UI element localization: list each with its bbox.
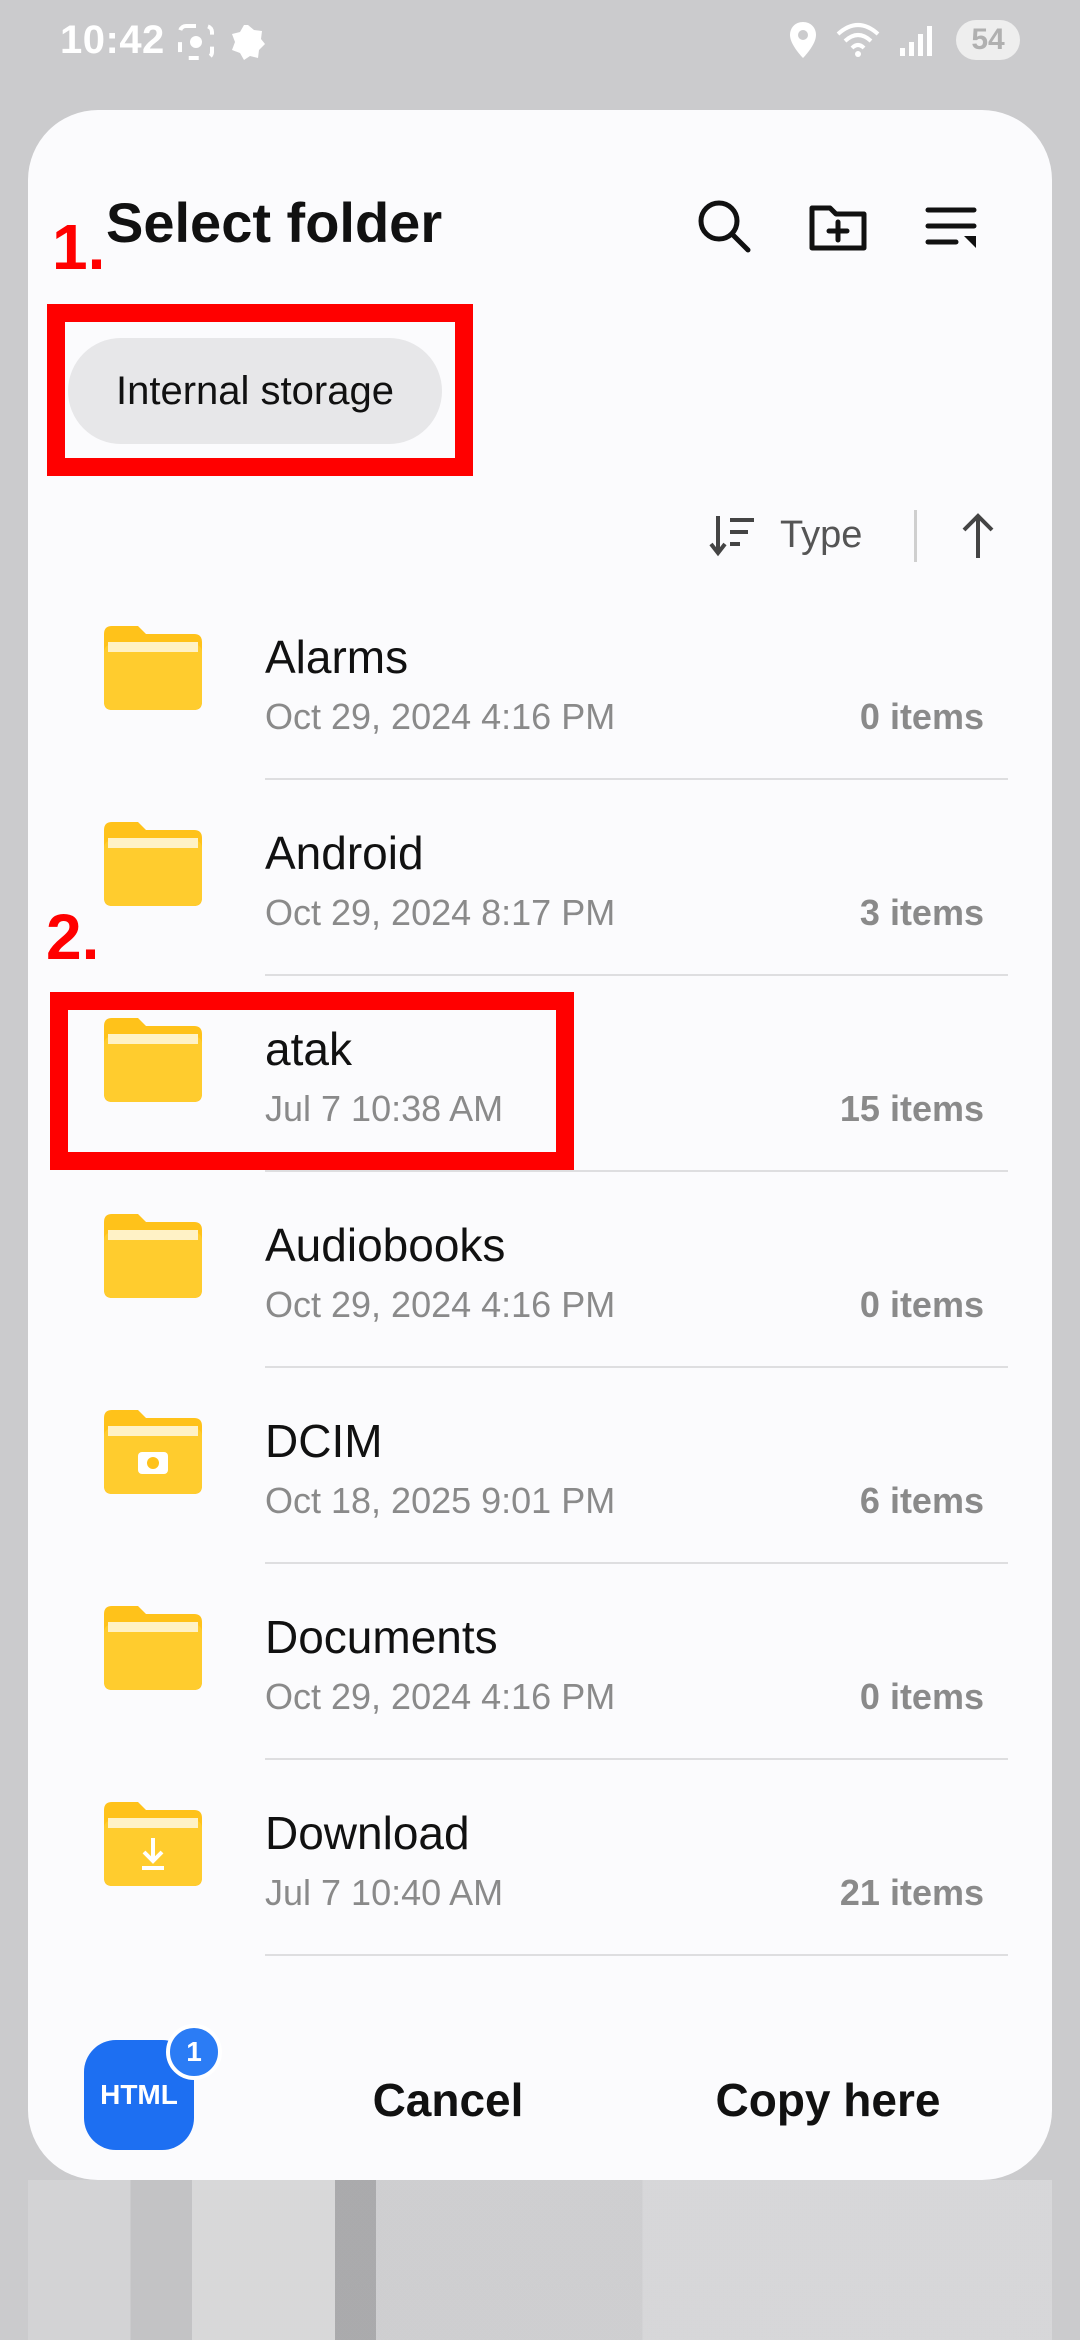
folder-icon bbox=[104, 822, 202, 906]
screenshot-icon bbox=[178, 24, 214, 60]
folder-item-count: 0 items bbox=[859, 1676, 984, 1717]
folder-name: Documents bbox=[265, 1611, 498, 1663]
folder-date: Jul 7 10:40 AM bbox=[265, 1872, 504, 1913]
annotation-label-2: 2. bbox=[46, 901, 100, 973]
folder-row-android[interactable]: Android Oct 29, 2024 8:17 PM 3 items bbox=[28, 780, 1052, 976]
battery-indicator: 54 bbox=[956, 20, 1020, 60]
annotation-box-storage bbox=[47, 304, 473, 476]
dialog-title: Select folder bbox=[106, 191, 443, 254]
sort-divider bbox=[914, 510, 917, 562]
folder-icon bbox=[104, 626, 202, 710]
row-divider bbox=[265, 1954, 1008, 1956]
status-left-icons bbox=[176, 22, 268, 62]
wifi-icon bbox=[836, 23, 880, 57]
folder-date: Oct 29, 2024 8:17 PM bbox=[265, 892, 616, 933]
copy-here-button[interactable]: Copy here bbox=[668, 2060, 988, 2140]
folder-row-download[interactable]: Download Jul 7 10:40 AM 21 items bbox=[28, 1760, 1052, 1956]
download-folder-icon bbox=[104, 1802, 202, 1886]
blurred-background bbox=[28, 2180, 1052, 2340]
folder-row-alarms[interactable]: Alarms Oct 29, 2024 4:16 PM 0 items bbox=[28, 584, 1052, 780]
folder-date: Oct 29, 2024 4:16 PM bbox=[265, 696, 616, 737]
search-icon[interactable] bbox=[692, 194, 756, 258]
location-icon bbox=[790, 22, 816, 58]
notification-badge: 1 bbox=[166, 2024, 222, 2080]
folder-name: Audiobooks bbox=[265, 1219, 506, 1271]
folder-item-count: 3 items bbox=[859, 892, 984, 933]
folder-row-dcim[interactable]: DCIM Oct 18, 2025 9:01 PM 6 items bbox=[28, 1368, 1052, 1564]
annotation-box-atak bbox=[50, 992, 574, 1170]
annotation-label-1: 1. bbox=[52, 211, 106, 283]
folder-list: Alarms Oct 29, 2024 4:16 PM 0 items Andr… bbox=[28, 584, 1052, 1956]
folder-icon bbox=[104, 1214, 202, 1298]
folder-date: Oct 29, 2024 4:16 PM bbox=[265, 1284, 616, 1325]
folder-item-count: 6 items bbox=[859, 1480, 984, 1521]
list-options-icon[interactable] bbox=[920, 194, 984, 258]
status-time: 10:42 bbox=[60, 18, 165, 62]
folder-date: Oct 18, 2025 9:01 PM bbox=[265, 1480, 616, 1521]
sort-type-label[interactable]: Type bbox=[780, 514, 862, 557]
sort-icon[interactable] bbox=[708, 510, 758, 560]
folder-icon bbox=[104, 1606, 202, 1690]
folder-item-count: 0 items bbox=[859, 1284, 984, 1325]
folder-date: Oct 29, 2024 4:16 PM bbox=[265, 1676, 616, 1717]
folder-name: Android bbox=[265, 827, 424, 879]
camera-folder-icon bbox=[104, 1410, 202, 1494]
folder-item-count: 15 items bbox=[839, 1088, 984, 1129]
signal-icon bbox=[900, 26, 932, 56]
folder-item-count: 0 items bbox=[859, 696, 984, 737]
folder-row-audiobooks[interactable]: Audiobooks Oct 29, 2024 4:16 PM 0 items bbox=[28, 1172, 1052, 1368]
sort-control: Type bbox=[708, 496, 1028, 576]
sort-direction-arrow-icon[interactable] bbox=[948, 506, 1008, 566]
bottom-action-bar: HTML 1 Cancel Copy here bbox=[28, 1980, 1052, 2180]
settings-badge-icon bbox=[232, 25, 265, 60]
new-folder-icon[interactable] bbox=[806, 194, 870, 258]
cancel-button[interactable]: Cancel bbox=[298, 2060, 598, 2140]
folder-name: DCIM bbox=[265, 1415, 383, 1467]
folder-name: Alarms bbox=[265, 631, 409, 683]
status-right-icons: 54 bbox=[788, 20, 1020, 60]
status-bar: 10:42 54 bbox=[0, 0, 1080, 90]
folder-row-documents[interactable]: Documents Oct 29, 2024 4:16 PM 0 items bbox=[28, 1564, 1052, 1760]
folder-item-count: 21 items bbox=[839, 1872, 984, 1913]
folder-name: Download bbox=[265, 1807, 470, 1859]
